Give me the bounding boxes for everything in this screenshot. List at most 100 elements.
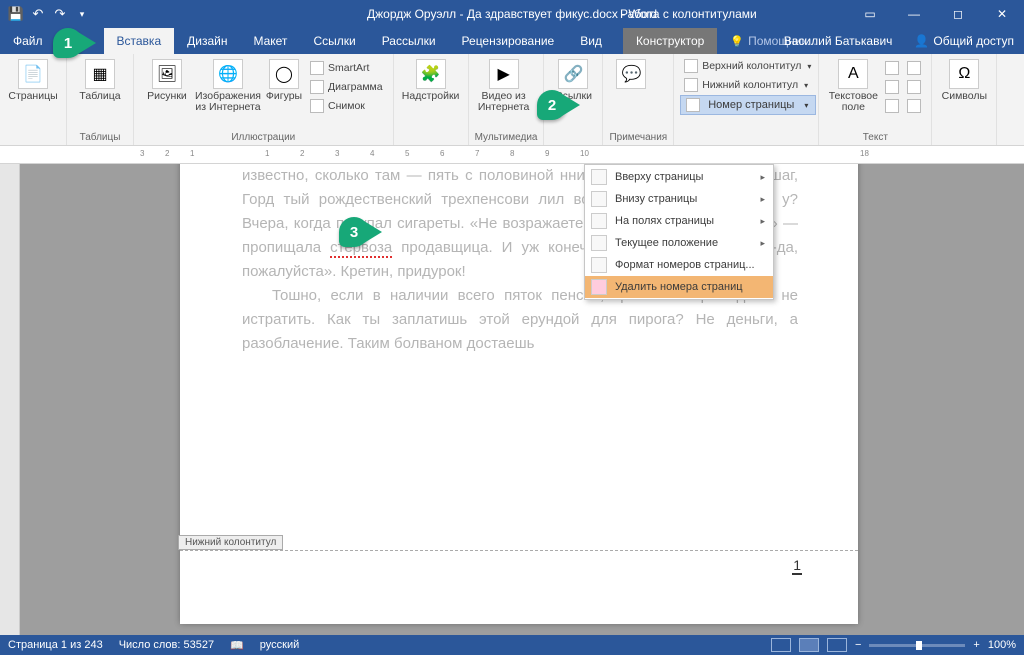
vertical-ruler[interactable] <box>0 164 20 635</box>
textbox-icon: A <box>838 59 868 89</box>
smartart-icon <box>310 61 324 75</box>
footer-region[interactable]: Нижний колонтитул 1 <box>180 550 858 604</box>
online-video-button[interactable]: ▶Видео из Интернета <box>475 57 533 115</box>
footer-icon <box>684 78 698 92</box>
chart-button[interactable]: Диаграмма <box>306 78 387 96</box>
pictures-button[interactable]: 🖼Рисунки <box>140 57 194 104</box>
page-number-field[interactable]: 1 <box>792 557 802 575</box>
comment-icon: 💬 <box>616 59 646 89</box>
status-spellcheck-icon[interactable]: 📖 <box>230 639 244 652</box>
save-icon[interactable]: 💾 <box>8 6 24 22</box>
tab-design[interactable]: Дизайн <box>174 28 240 54</box>
ribbon-tabs: Файл Вставка Дизайн Макет Ссылки Рассылк… <box>0 28 1024 54</box>
annotation-1: 1 <box>53 28 83 58</box>
view-web-icon[interactable] <box>827 638 847 652</box>
zoom-level[interactable]: 100% <box>988 639 1016 651</box>
textbox-button[interactable]: AТекстовое поле <box>825 57 881 115</box>
group-illustrations: 🖼Рисунки 🌐Изображения из Интернета ◯Фигу… <box>134 54 394 145</box>
view-read-icon[interactable] <box>771 638 791 652</box>
screenshot-button[interactable]: Снимок <box>306 97 387 115</box>
maximize-icon[interactable]: ◻ <box>936 0 980 28</box>
smartart-button[interactable]: SmartArt <box>306 59 387 77</box>
menu-current-position[interactable]: Текущее положение▸ <box>585 232 773 254</box>
format-icon <box>591 257 607 273</box>
menu-top-of-page[interactable]: Вверху страницы▸ <box>585 166 773 188</box>
window-controls: ▭ — ◻ ✕ <box>848 0 1024 28</box>
view-print-icon[interactable] <box>799 638 819 652</box>
current-icon <box>591 235 607 251</box>
window-title: Джордж Оруэлл - Да здравствует фикус.doc… <box>367 7 657 21</box>
status-language[interactable]: русский <box>260 639 299 651</box>
context-tab-title: Работа с колонтитулами <box>620 7 757 21</box>
ribbon: 📄Страницы ▦Таблица Таблицы 🖼Рисунки 🌐Изо… <box>0 54 1024 146</box>
group-text: AТекстовое поле Текст <box>819 54 932 145</box>
addins-icon: 🧩 <box>416 59 446 89</box>
tab-ctx-design[interactable]: Конструктор <box>623 28 717 54</box>
menu-remove-page-numbers[interactable]: Удалить номера страниц <box>585 276 773 298</box>
header-icon <box>684 59 698 73</box>
share-button[interactable]: 👤Общий доступ <box>904 34 1024 48</box>
group-header-footer: Верхний колонтитул▾ Нижний колонтитул▾ Н… <box>674 54 819 145</box>
bottom-icon <box>591 191 607 207</box>
title-bar: 💾 ↶ ↷ ▾ Джордж Оруэлл - Да здравствует ф… <box>0 0 1024 28</box>
video-icon: ▶ <box>489 59 519 89</box>
redo-icon[interactable]: ↷ <box>52 6 68 22</box>
menu-bottom-of-page[interactable]: Внизу страницы▸ <box>585 188 773 210</box>
close-icon[interactable]: ✕ <box>980 0 1024 28</box>
tab-layout[interactable]: Макет <box>240 28 300 54</box>
footer-tag: Нижний колонтитул <box>178 535 283 550</box>
quick-access-toolbar: 💾 ↶ ↷ ▾ <box>0 6 90 22</box>
group-tables: ▦Таблица Таблицы <box>67 54 134 145</box>
horizontal-ruler[interactable]: 321 123 456 789 1018 <box>0 146 1024 164</box>
table-button[interactable]: ▦Таблица <box>73 57 127 104</box>
table-icon: ▦ <box>85 59 115 89</box>
symbol-icon: Ω <box>949 59 979 89</box>
online-picture-icon: 🌐 <box>213 59 243 89</box>
margins-icon <box>591 213 607 229</box>
addins-button[interactable]: 🧩Надстройки <box>400 57 462 104</box>
tab-insert[interactable]: Вставка <box>104 28 175 54</box>
status-bar: Страница 1 из 243 Число слов: 53527 📖 ру… <box>0 635 1024 655</box>
ribbon-options-icon[interactable]: ▭ <box>848 0 892 28</box>
chart-icon <box>310 80 324 94</box>
pagenum-icon <box>686 98 700 112</box>
page-icon: 📄 <box>18 59 48 89</box>
comment-button[interactable]: 💬 <box>609 57 653 93</box>
tab-references[interactable]: Ссылки <box>300 28 368 54</box>
pages-button[interactable]: 📄Страницы <box>6 57 60 104</box>
menu-format-page-numbers[interactable]: Формат номеров страниц... <box>585 254 773 276</box>
link-icon: 🔗 <box>558 59 588 89</box>
tab-file[interactable]: Файл <box>0 28 56 54</box>
user-name[interactable]: Василий Батькавич <box>772 34 905 48</box>
group-pages: 📄Страницы <box>0 54 67 145</box>
screenshot-icon <box>310 99 324 113</box>
remove-icon <box>591 279 607 295</box>
status-words[interactable]: Число слов: 53527 <box>119 639 214 651</box>
top-icon <box>591 169 607 185</box>
chevron-right-icon: ▸ <box>760 172 765 183</box>
zoom-out-button[interactable]: − <box>855 639 861 651</box>
zoom-slider[interactable] <box>869 644 965 647</box>
footer-button[interactable]: Нижний колонтитул▾ <box>680 76 816 94</box>
minimize-icon[interactable]: — <box>892 0 936 28</box>
menu-margins[interactable]: На полях страницы▸ <box>585 210 773 232</box>
shapes-icon: ◯ <box>269 59 299 89</box>
header-button[interactable]: Верхний колонтитул▾ <box>680 57 816 75</box>
status-page[interactable]: Страница 1 из 243 <box>8 639 103 651</box>
annotation-3: 3 <box>339 217 369 247</box>
picture-icon: 🖼 <box>152 59 182 89</box>
share-icon: 👤 <box>914 34 929 48</box>
tab-view[interactable]: Вид <box>567 28 615 54</box>
page-number-menu: Вверху страницы▸ Внизу страницы▸ На поля… <box>584 164 774 300</box>
document-area: известно, сколько там — пять с половиной… <box>0 164 1024 635</box>
online-pictures-button[interactable]: 🌐Изображения из Интернета <box>194 57 262 115</box>
zoom-in-button[interactable]: + <box>973 639 979 651</box>
tab-mailings[interactable]: Рассылки <box>369 28 449 54</box>
page-number-button[interactable]: Номер страницы▾ <box>680 95 816 115</box>
undo-icon[interactable]: ↶ <box>30 6 46 22</box>
symbols-button[interactable]: ΩСимволы <box>938 57 990 104</box>
annotation-2: 2 <box>537 90 567 120</box>
qat-customize-icon[interactable]: ▾ <box>74 6 90 22</box>
tab-review[interactable]: Рецензирование <box>449 28 568 54</box>
shapes-button[interactable]: ◯Фигуры <box>262 57 306 104</box>
